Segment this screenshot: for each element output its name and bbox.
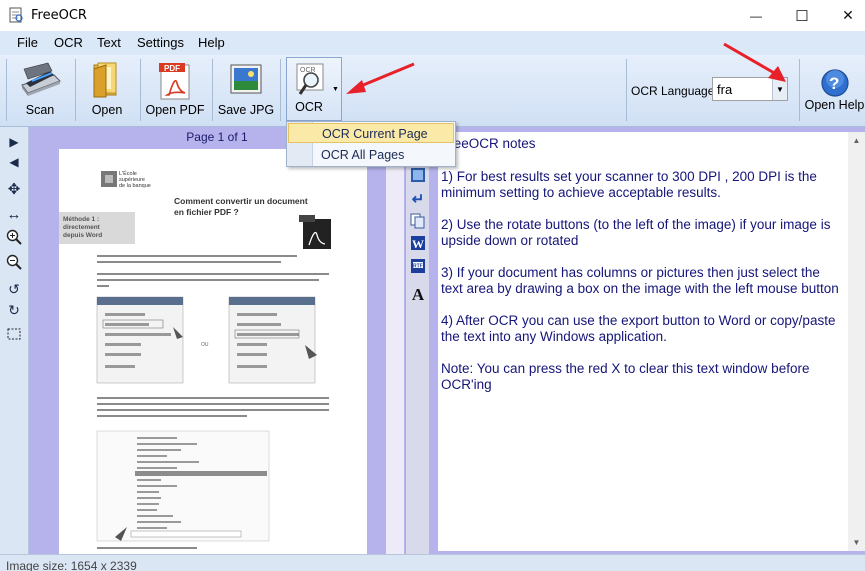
text-scrollbar[interactable]: ▲ ▼ bbox=[848, 132, 865, 551]
export-rtf-icon[interactable]: RTF bbox=[410, 258, 426, 274]
chevron-down-icon[interactable]: ▼ bbox=[772, 78, 787, 100]
clear-text-icon[interactable] bbox=[410, 167, 426, 183]
method-box-line1: Méthode 1 : bbox=[63, 216, 99, 223]
scanned-document-page[interactable]: L'École supérieure de la banque Comment … bbox=[59, 149, 367, 554]
text-tools-strip: ↵ W RTF A bbox=[405, 127, 429, 554]
note-paragraph: 1) For best results set your scanner to … bbox=[441, 169, 821, 200]
menu-ocr[interactable]: OCR bbox=[54, 35, 83, 50]
save-jpg-button[interactable]: Save JPG bbox=[217, 55, 275, 125]
method-box-line2: directement bbox=[63, 224, 101, 231]
document-heading-line2: en fichier PDF ? bbox=[174, 207, 239, 217]
window-title: FreeOCR bbox=[31, 8, 87, 23]
folder-icon bbox=[93, 62, 117, 98]
minimize-button[interactable]: — bbox=[733, 0, 779, 31]
menu-item-ocr-all-pages[interactable]: OCR All Pages bbox=[288, 145, 454, 165]
previous-page-icon[interactable]: ◀ bbox=[5, 153, 23, 171]
toolbar-separator bbox=[212, 59, 213, 121]
notes-heading: FreeOCR notes bbox=[441, 136, 536, 151]
help-icon: ? bbox=[820, 69, 849, 97]
toolbar-separator bbox=[140, 59, 141, 121]
note-paragraph: Note: You can press the red X to clear t… bbox=[441, 361, 814, 392]
scroll-up-icon[interactable]: ▲ bbox=[848, 132, 865, 149]
image-tools-strip: ▶ ◀ ✥ ↔ ↺ ↻ bbox=[0, 127, 29, 554]
menu-text[interactable]: Text bbox=[97, 35, 121, 50]
svg-text:W: W bbox=[412, 237, 424, 251]
zoom-out-icon[interactable] bbox=[5, 253, 23, 271]
select-area-icon[interactable] bbox=[5, 325, 23, 343]
note-paragraph: 4) After OCR you can use the export butt… bbox=[441, 313, 840, 344]
open-pdf-button[interactable]: PDF Open PDF bbox=[145, 55, 205, 125]
image-pane[interactable]: Page 1 of 1 L'École supérieure de la ban… bbox=[29, 127, 405, 554]
scan-label: Scan bbox=[25, 103, 55, 117]
magnifier-icon: OCR bbox=[296, 63, 324, 95]
svg-text:PDF: PDF bbox=[164, 64, 180, 73]
image-pane-scrollbar[interactable] bbox=[386, 127, 404, 554]
open-label: Open bbox=[91, 103, 123, 117]
note-paragraph: 2) Use the rotate buttons (to the left o… bbox=[441, 217, 835, 248]
logo-text-line1: L'École bbox=[119, 170, 137, 177]
scan-button[interactable]: Scan bbox=[12, 55, 68, 125]
close-icon: ✕ bbox=[842, 7, 854, 23]
menu-file[interactable]: File bbox=[17, 35, 38, 50]
toolbar-separator bbox=[799, 59, 800, 121]
minimize-icon: — bbox=[750, 8, 762, 23]
menu-bar: File OCR Text Settings Help bbox=[0, 31, 865, 55]
open-help-label: Open Help bbox=[804, 98, 865, 112]
open-button[interactable]: Open bbox=[80, 55, 134, 125]
text-pane: FreeOCR notes 1) For best results set yo… bbox=[429, 127, 865, 554]
svg-text:RTF: RTF bbox=[413, 264, 423, 270]
ocr-dropdown-menu: OCR Current Page OCR All Pages bbox=[286, 121, 456, 167]
status-bar: Image size: 1654 x 2339 bbox=[0, 554, 865, 571]
open-pdf-label: Open PDF bbox=[145, 103, 205, 117]
insert-text-icon[interactable]: ↵ bbox=[410, 191, 426, 208]
svg-text:OU: OU bbox=[201, 342, 209, 348]
menu-settings[interactable]: Settings bbox=[137, 35, 184, 50]
ocr-language-select[interactable]: fra ▼ bbox=[712, 77, 788, 101]
save-jpg-label: Save JPG bbox=[217, 103, 275, 117]
ocr-text-area[interactable]: FreeOCR notes 1) For best results set yo… bbox=[438, 132, 848, 551]
document-preview: L'École supérieure de la banque Comment … bbox=[59, 170, 331, 549]
image-size-status: Image size: 1654 x 2339 bbox=[6, 559, 137, 571]
freeocr-app-icon bbox=[9, 7, 23, 23]
maximize-button[interactable]: ☐ bbox=[779, 0, 825, 31]
pdf-icon: PDF bbox=[159, 63, 190, 100]
scanner-icon bbox=[21, 62, 61, 96]
close-button[interactable]: ✕ bbox=[825, 0, 865, 31]
ocr-label: OCR bbox=[295, 100, 323, 114]
toolbar: Scan Open PDF Open PDF Save JPG OCR OCR … bbox=[0, 55, 865, 127]
ocr-language-value: fra bbox=[717, 82, 733, 97]
fit-width-icon[interactable]: ↔ bbox=[5, 205, 23, 223]
scroll-down-icon[interactable]: ▼ bbox=[848, 534, 865, 551]
ocr-button[interactable]: OCR OCR ▼ bbox=[286, 57, 342, 121]
toolbar-separator bbox=[6, 59, 7, 121]
document-heading-line1: Comment convertir un document bbox=[174, 196, 308, 206]
image-icon bbox=[230, 64, 262, 94]
menu-help[interactable]: Help bbox=[198, 35, 225, 50]
ocr-language-label: OCR Language: bbox=[631, 84, 718, 98]
zoom-in-icon[interactable] bbox=[5, 228, 23, 246]
toolbar-separator bbox=[75, 59, 76, 121]
title-bar: FreeOCR — ☐ ✕ bbox=[0, 0, 865, 31]
note-paragraph: 3) If your document has columns or pictu… bbox=[441, 265, 839, 296]
move-icon[interactable]: ✥ bbox=[5, 180, 23, 198]
copy-icon[interactable] bbox=[410, 213, 426, 229]
toolbar-separator bbox=[626, 59, 627, 121]
ocr-dropdown-arrow-icon[interactable]: ▼ bbox=[332, 86, 339, 93]
font-icon[interactable]: A bbox=[410, 285, 426, 304]
svg-text:?: ? bbox=[829, 74, 839, 93]
rotate-right-icon[interactable]: ↻ bbox=[5, 301, 23, 319]
rotate-left-icon[interactable]: ↺ bbox=[5, 280, 23, 298]
open-help-button[interactable]: ? Open Help bbox=[804, 55, 865, 125]
toolbar-separator bbox=[280, 59, 281, 121]
menu-item-ocr-current-page[interactable]: OCR Current Page bbox=[288, 123, 454, 143]
method-box-line3: depuis Word bbox=[63, 232, 102, 239]
export-word-icon[interactable]: W bbox=[410, 235, 426, 251]
logo-text-line3: de la banque bbox=[119, 183, 151, 189]
next-page-icon[interactable]: ▶ bbox=[5, 133, 23, 151]
maximize-icon: ☐ bbox=[795, 7, 809, 25]
